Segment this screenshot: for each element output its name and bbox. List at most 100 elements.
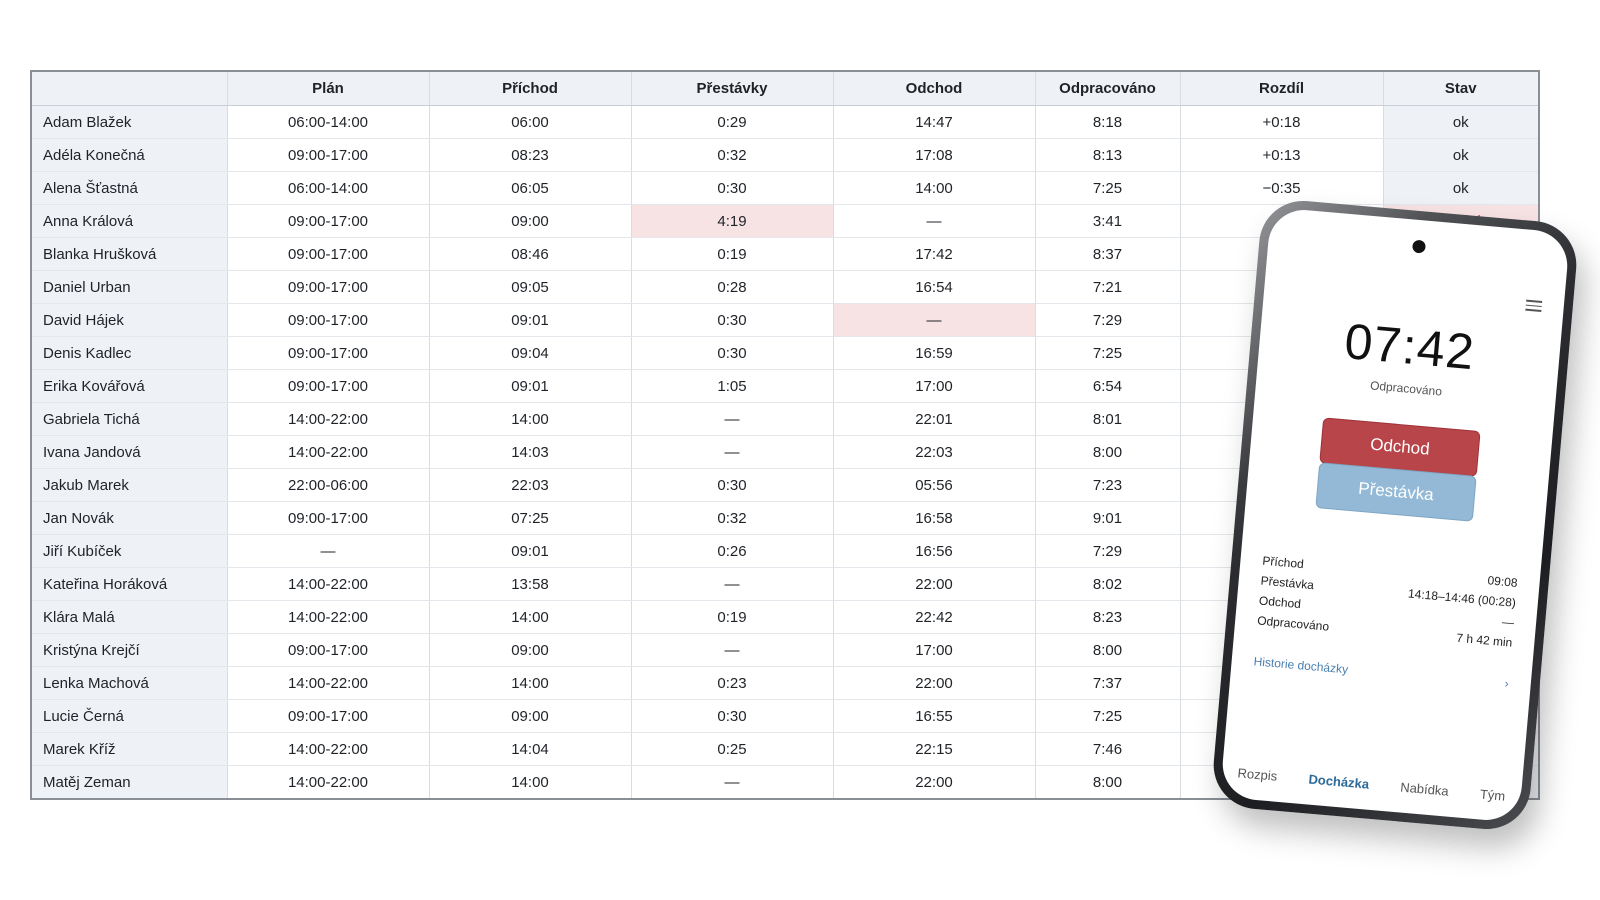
cell-prichod: 14:00 <box>429 600 632 634</box>
cell-odchod: 22:00 <box>833 765 1036 800</box>
cell-odpracovano: 7:46 <box>1035 732 1181 766</box>
chevron-right-icon[interactable]: › <box>1504 676 1509 690</box>
cell-prestavky: 0:30 <box>631 336 834 370</box>
header-prichod[interactable]: Příchod <box>429 70 632 106</box>
cell-prestavky: 0:25 <box>631 732 834 766</box>
cell-odpracovano: 9:01 <box>1035 501 1181 535</box>
info-label: Odpracováno <box>1256 613 1330 634</box>
cell-odpracovano: 3:41 <box>1035 204 1181 238</box>
tab-tym[interactable]: Tým <box>1479 786 1505 803</box>
table-row[interactable]: Alena Šťastná 06:00-14:00 06:05 0:30 14:00 7:… <box>30 171 1540 205</box>
cell-name: Blanka Hrušková <box>30 237 228 271</box>
cell-name: Kristýna Krejčí <box>30 633 228 667</box>
cell-name: Lucie Černá <box>30 699 228 733</box>
cell-name: Kateřina Horáková <box>30 567 228 601</box>
cell-prestavky: 0:29 <box>631 105 834 139</box>
info-value: 09:08 <box>1487 573 1519 590</box>
cell-prichod: 13:58 <box>429 567 632 601</box>
cell-prestavky: 0:23 <box>631 666 834 700</box>
cell-name: Adéla Konečná <box>30 138 228 172</box>
shift-info: Příchod 09:08 Přestávka 14:18–14:46 (00:… <box>1256 551 1518 653</box>
cell-name: Erika Kovářová <box>30 369 228 403</box>
cell-odchod: 17:42 <box>833 237 1036 271</box>
phone-screen: 07:42 Odpracováno Odchod Přestávka Přích… <box>1219 207 1571 823</box>
cell-plan: 09:00-17:00 <box>227 270 430 304</box>
table-row[interactable]: Adam Blažek 06:00-14:00 06:00 0:29 14:47 8:18… <box>30 105 1540 139</box>
cell-plan: 09:00-17:00 <box>227 138 430 172</box>
header-stav[interactable]: Stav <box>1383 70 1540 106</box>
cell-plan: 09:00-17:00 <box>227 699 430 733</box>
cell-odchod: 14:00 <box>833 171 1036 205</box>
cell-prestavky: 0:30 <box>631 303 834 337</box>
cell-odchod: 16:55 <box>833 699 1036 733</box>
cell-prichod: 09:01 <box>429 369 632 403</box>
cell-odpracovano: 8:01 <box>1035 402 1181 436</box>
cell-rozdil: +0:13 <box>1180 138 1384 172</box>
cell-name: David Hájek <box>30 303 228 337</box>
cell-prichod: 09:00 <box>429 204 632 238</box>
cell-prichod: 09:00 <box>429 633 632 667</box>
cell-name: Adam Blažek <box>30 105 228 139</box>
tab-dochazka[interactable]: Docházka <box>1308 772 1370 792</box>
cell-odchod: 17:00 <box>833 369 1036 403</box>
cell-plan: 09:00-17:00 <box>227 369 430 403</box>
cell-name: Jiří Kubíček <box>30 534 228 568</box>
cell-odchod: 16:56 <box>833 534 1036 568</box>
cell-stav: ok <box>1383 138 1540 172</box>
cell-prestavky: 0:26 <box>631 534 834 568</box>
cell-prichod: 09:04 <box>429 336 632 370</box>
cell-odpracovano: 6:54 <box>1035 369 1181 403</box>
cell-odchod: 05:56 <box>833 468 1036 502</box>
cell-plan: 06:00-14:00 <box>227 171 430 205</box>
cell-prichod: 08:23 <box>429 138 632 172</box>
cell-plan: 09:00-17:00 <box>227 336 430 370</box>
header-odpracovano[interactable]: Odpracováno <box>1035 70 1181 106</box>
cell-prestavky: 1:05 <box>631 369 834 403</box>
header-plan[interactable]: Plán <box>227 70 430 106</box>
table-header-row: Plán Příchod Přestávky Odchod Odpracován… <box>30 70 1540 106</box>
cell-prichod: 14:03 <box>429 435 632 469</box>
info-label: Příchod <box>1261 553 1305 572</box>
history-link[interactable]: Historie docházky › <box>1253 654 1509 690</box>
cell-prestavky: 0:19 <box>631 237 834 271</box>
hamburger-menu-icon[interactable] <box>1525 299 1543 313</box>
cell-name: Lenka Machová <box>30 666 228 700</box>
cell-odpracovano: 8:37 <box>1035 237 1181 271</box>
cell-odchod: 14:47 <box>833 105 1036 139</box>
cell-stav: ok <box>1383 171 1540 205</box>
cell-prestavky: 0:19 <box>631 600 834 634</box>
cell-name: Marek Kříž <box>30 732 228 766</box>
cell-prichod: 08:46 <box>429 237 632 271</box>
cell-odchod: 17:08 <box>833 138 1036 172</box>
cell-odpracovano: 7:25 <box>1035 699 1181 733</box>
cell-prichod: 14:00 <box>429 765 632 800</box>
header-odchod[interactable]: Odchod <box>833 70 1036 106</box>
header-prestavky[interactable]: Přestávky <box>631 70 834 106</box>
tab-nabidka[interactable]: Nabídka <box>1400 780 1450 799</box>
cell-name: Jakub Marek <box>30 468 228 502</box>
header-rozdil[interactable]: Rozdíl <box>1180 70 1384 106</box>
cell-prestavky: 4:19 <box>631 204 834 238</box>
cell-prestavky: — <box>631 633 834 667</box>
cell-plan: 09:00-17:00 <box>227 633 430 667</box>
history-link-label[interactable]: Historie docházky <box>1253 654 1349 676</box>
cell-name: Jan Novák <box>30 501 228 535</box>
cell-odpracovano: 8:23 <box>1035 600 1181 634</box>
cell-odpracovano: 7:29 <box>1035 303 1181 337</box>
cell-odchod: 22:00 <box>833 567 1036 601</box>
cell-odpracovano: 8:00 <box>1035 633 1181 667</box>
cell-plan: 09:00-17:00 <box>227 204 430 238</box>
cell-odchod: 16:58 <box>833 501 1036 535</box>
cell-odchod: 22:15 <box>833 732 1036 766</box>
cell-name: Anna Králová <box>30 204 228 238</box>
tab-rozpis[interactable]: Rozpis <box>1237 765 1278 783</box>
cell-prichod: 22:03 <box>429 468 632 502</box>
cell-plan: 09:00-17:00 <box>227 303 430 337</box>
cell-plan: 09:00-17:00 <box>227 501 430 535</box>
cell-prestavky: 0:32 <box>631 501 834 535</box>
cell-name: Denis Kadlec <box>30 336 228 370</box>
cell-prestavky: 0:30 <box>631 699 834 733</box>
cell-prichod: 14:00 <box>429 666 632 700</box>
cell-odpracovano: 7:21 <box>1035 270 1181 304</box>
table-row[interactable]: Adéla Konečná 09:00-17:00 08:23 0:32 17:08 8:… <box>30 138 1540 172</box>
